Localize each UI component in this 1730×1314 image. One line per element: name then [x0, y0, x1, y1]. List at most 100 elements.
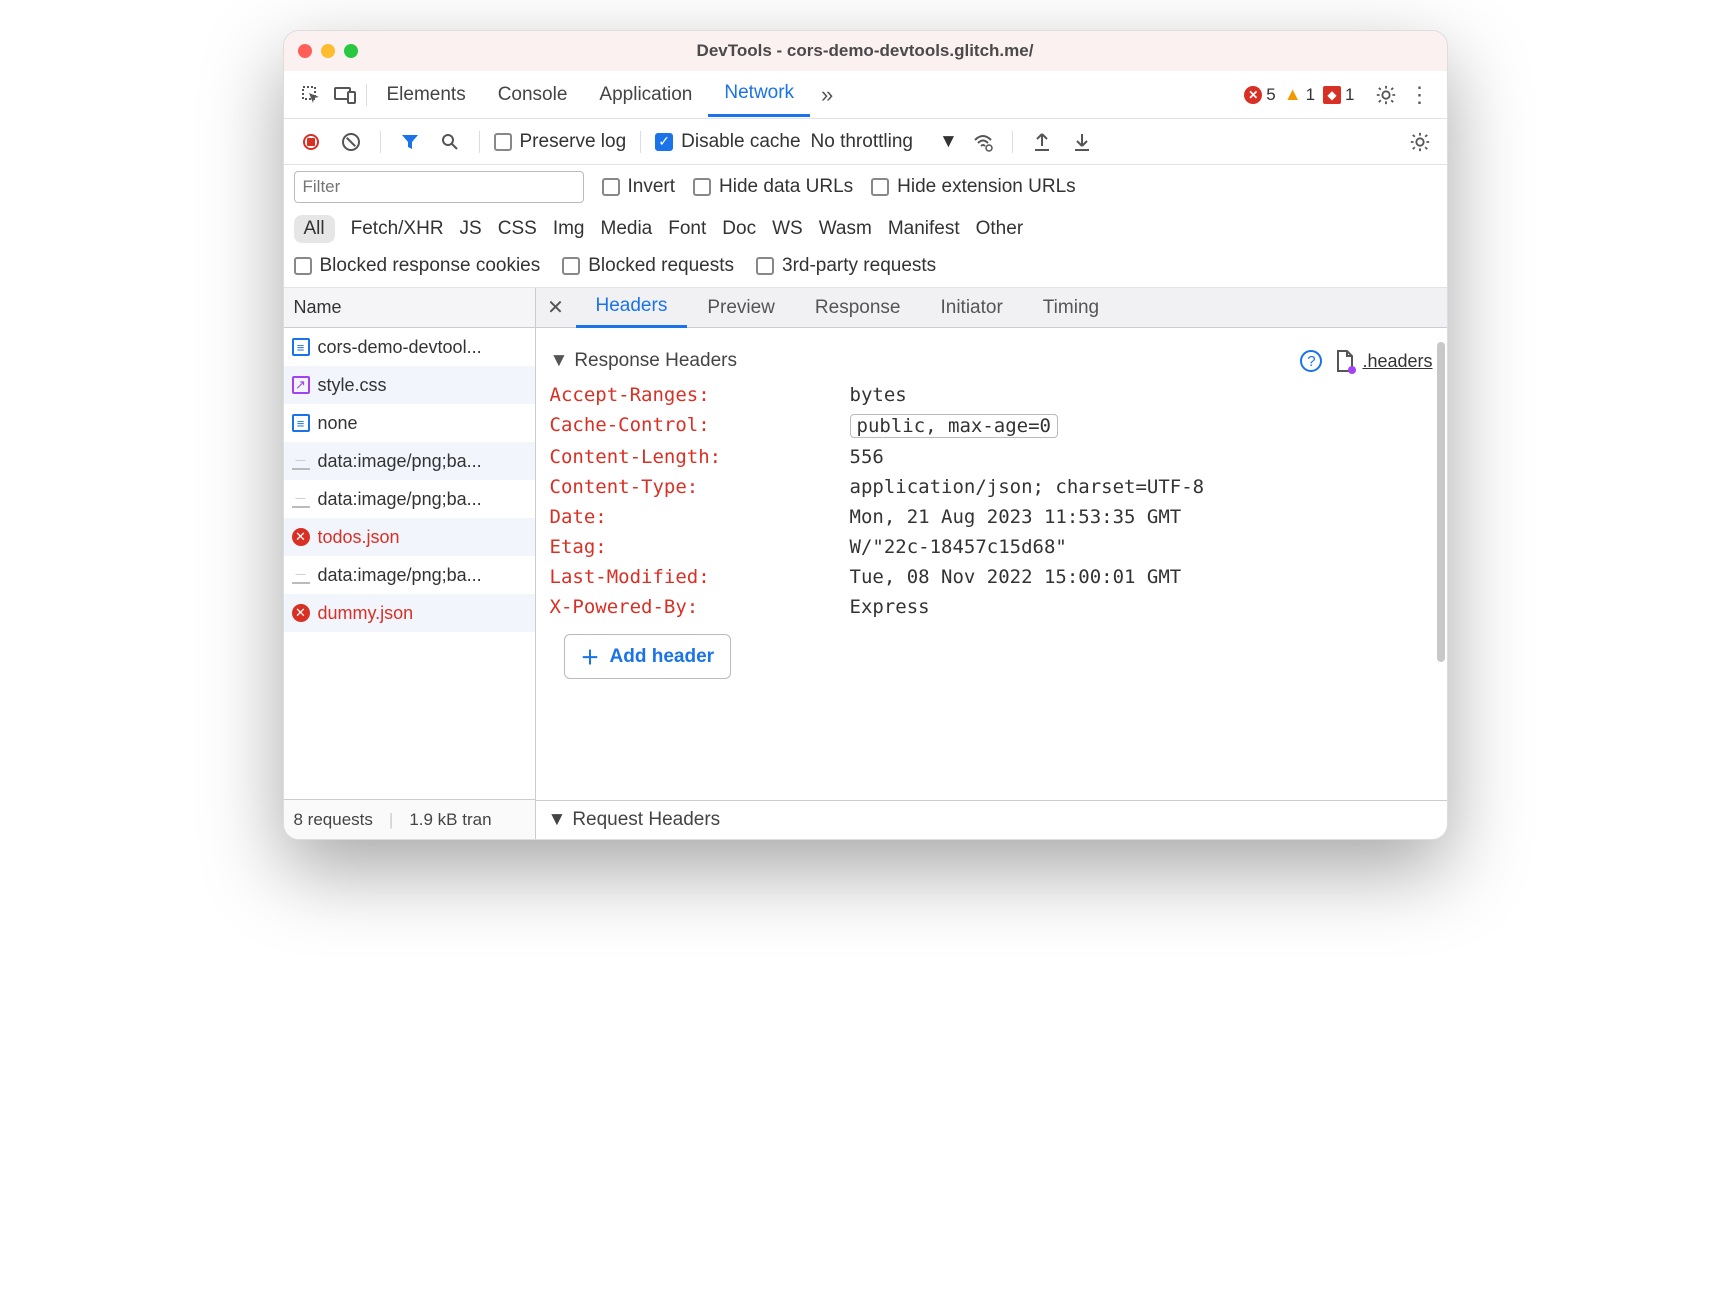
- divider: [380, 131, 381, 153]
- divider: [640, 131, 641, 153]
- error-icon: ✕: [292, 528, 310, 546]
- request-name: data:image/png;ba...: [318, 565, 482, 586]
- add-header-button[interactable]: ＋Add header: [564, 634, 732, 679]
- window-title: DevTools - cors-demo-devtools.glitch.me/: [284, 41, 1447, 61]
- error-icon: ✕: [292, 604, 310, 622]
- preserve-log-label: Preserve log: [520, 131, 627, 153]
- inspect-icon[interactable]: [294, 78, 328, 112]
- tab-timing[interactable]: Timing: [1023, 289, 1119, 327]
- download-har-icon[interactable]: [1067, 127, 1097, 157]
- main-toolbar: Elements Console Application Network » ✕…: [284, 71, 1447, 119]
- clear-button[interactable]: [336, 127, 366, 157]
- filter-icon[interactable]: [395, 127, 425, 157]
- type-other[interactable]: Other: [976, 218, 1024, 240]
- tab-headers[interactable]: Headers: [576, 288, 688, 328]
- help-icon[interactable]: ?: [1300, 350, 1322, 372]
- type-wasm[interactable]: Wasm: [819, 218, 872, 240]
- header-value: Express: [850, 596, 930, 618]
- type-media[interactable]: Media: [601, 218, 653, 240]
- search-icon[interactable]: [435, 127, 465, 157]
- request-row[interactable]: —data:image/png;ba...: [284, 442, 535, 480]
- tab-network[interactable]: Network: [708, 72, 810, 117]
- request-list-header[interactable]: Name: [284, 288, 535, 328]
- header-name: X-Powered-By:: [550, 596, 850, 618]
- filter-input[interactable]: [294, 171, 584, 203]
- divider: [1012, 131, 1013, 153]
- hide-data-urls-checkbox[interactable]: Hide data URLs: [693, 176, 853, 198]
- header-row: X-Powered-By:Express: [550, 592, 1433, 622]
- header-row: Content-Type:application/json; charset=U…: [550, 472, 1433, 502]
- record-button[interactable]: [296, 127, 326, 157]
- response-headers-section[interactable]: ▼ Response Headers ? .headers: [550, 342, 1433, 380]
- settings-icon[interactable]: [1369, 78, 1403, 112]
- blocked-requests-checkbox[interactable]: Blocked requests: [562, 255, 734, 277]
- header-name: Last-Modified:: [550, 566, 850, 588]
- triangle-down-icon: ▼: [550, 350, 569, 372]
- kebab-menu-icon[interactable]: ⋮: [1403, 78, 1437, 112]
- tab-preview[interactable]: Preview: [687, 289, 795, 327]
- tab-response[interactable]: Response: [795, 289, 921, 327]
- request-row[interactable]: ≡ cors-demo-devtool...: [284, 328, 535, 366]
- request-name: none: [318, 413, 358, 434]
- warning-count-badge[interactable]: ▲1: [1284, 84, 1315, 105]
- network-toolbar: Preserve log ✓Disable cache No throttlin…: [284, 119, 1447, 165]
- header-name: Content-Type:: [550, 476, 850, 498]
- type-css[interactable]: CSS: [498, 218, 537, 240]
- throttling-select[interactable]: No throttling▼: [811, 131, 958, 153]
- type-font[interactable]: Font: [668, 218, 706, 240]
- third-party-label: 3rd-party requests: [782, 255, 936, 277]
- close-detail-button[interactable]: ✕: [536, 295, 576, 320]
- tab-elements[interactable]: Elements: [371, 74, 482, 116]
- upload-har-icon[interactable]: [1027, 127, 1057, 157]
- header-value: bytes: [850, 384, 907, 406]
- error-count-badge[interactable]: ✕5: [1244, 85, 1275, 105]
- image-icon: —: [292, 566, 310, 584]
- header-name: Accept-Ranges:: [550, 384, 850, 406]
- request-headers-section[interactable]: ▼ Request Headers: [536, 800, 1447, 839]
- type-js[interactable]: JS: [460, 218, 482, 240]
- request-row[interactable]: ≡none: [284, 404, 535, 442]
- type-all[interactable]: All: [294, 215, 335, 243]
- disable-cache-checkbox[interactable]: ✓Disable cache: [655, 131, 800, 153]
- type-ws[interactable]: WS: [772, 218, 803, 240]
- type-doc[interactable]: Doc: [722, 218, 756, 240]
- network-settings-icon[interactable]: [1405, 127, 1435, 157]
- source-file-link[interactable]: .headers: [1362, 351, 1432, 372]
- request-row[interactable]: ✕dummy.json: [284, 594, 535, 632]
- network-conditions-icon[interactable]: [968, 127, 998, 157]
- issues-count-badge[interactable]: ◆1: [1323, 85, 1354, 105]
- request-headers-title: Request Headers: [572, 809, 720, 831]
- request-detail-pane: ✕ Headers Preview Response Initiator Tim…: [536, 288, 1447, 839]
- request-row[interactable]: ↗style.css: [284, 366, 535, 404]
- source-file-icon[interactable]: [1336, 350, 1354, 372]
- more-tabs-icon[interactable]: »: [810, 78, 844, 112]
- header-name: Date:: [550, 506, 850, 528]
- header-value: Mon, 21 Aug 2023 11:53:35 GMT: [850, 506, 1182, 528]
- header-value: W/"22c-18457c15d68": [850, 536, 1067, 558]
- header-value: 556: [850, 446, 884, 468]
- third-party-checkbox[interactable]: 3rd-party requests: [756, 255, 936, 277]
- scrollbar-thumb[interactable]: [1437, 342, 1445, 662]
- header-value[interactable]: public, max-age=0: [850, 414, 1058, 438]
- header-row: Cache-Control:public, max-age=0: [550, 410, 1433, 442]
- request-row[interactable]: ✕todos.json: [284, 518, 535, 556]
- document-icon: ≡: [292, 338, 310, 356]
- request-list-footer: 8 requests | 1.9 kB tran: [284, 799, 535, 839]
- request-name: data:image/png;ba...: [318, 489, 482, 510]
- blocked-cookies-checkbox[interactable]: Blocked response cookies: [294, 255, 541, 277]
- request-row[interactable]: —data:image/png;ba...: [284, 480, 535, 518]
- header-name: Etag:: [550, 536, 850, 558]
- hide-extension-urls-checkbox[interactable]: Hide extension URLs: [871, 176, 1075, 198]
- request-row[interactable]: — data:image/png;ba...: [284, 556, 535, 594]
- tab-initiator[interactable]: Initiator: [920, 289, 1022, 327]
- request-name: cors-demo-devtool...: [318, 337, 482, 358]
- device-toggle-icon[interactable]: [328, 78, 362, 112]
- detail-body: ▼ Response Headers ? .headers Accept-Ran…: [536, 328, 1447, 800]
- type-fetch[interactable]: Fetch/XHR: [351, 218, 444, 240]
- type-manifest[interactable]: Manifest: [888, 218, 960, 240]
- type-img[interactable]: Img: [553, 218, 585, 240]
- invert-checkbox[interactable]: Invert: [602, 176, 676, 198]
- tab-console[interactable]: Console: [482, 74, 584, 116]
- preserve-log-checkbox[interactable]: Preserve log: [494, 131, 627, 153]
- tab-application[interactable]: Application: [583, 74, 708, 116]
